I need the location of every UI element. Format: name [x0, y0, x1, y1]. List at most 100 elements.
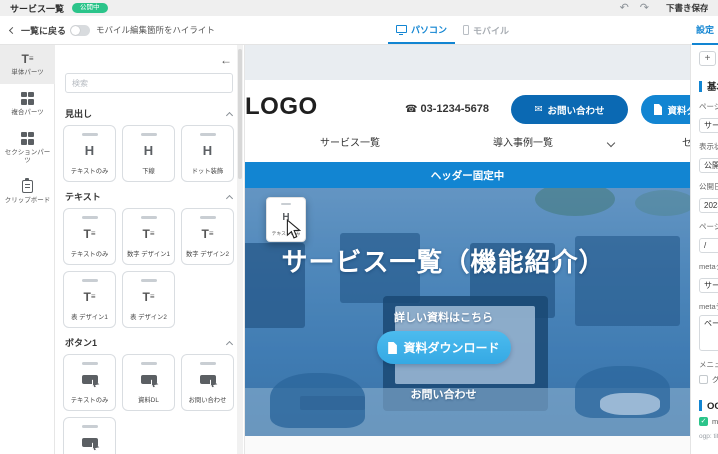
hero-download-button[interactable]: 資料ダウンロード: [377, 331, 511, 364]
text-icon: T≡: [201, 219, 213, 250]
publish-date-field[interactable]: [699, 198, 718, 213]
section-header-text[interactable]: テキスト: [55, 182, 244, 208]
page-title-field[interactable]: [699, 118, 718, 133]
tab-pc-label: パソコン: [411, 23, 447, 36]
sidebar-item-label: クリップボード: [5, 197, 51, 205]
ogp-checkbox-row[interactable]: ✓ metaと同じ: [699, 416, 718, 427]
site-logo[interactable]: LOGO: [245, 93, 318, 121]
section-title: OGP設定: [707, 398, 718, 412]
section-header-button1[interactable]: ボタン1: [55, 328, 244, 354]
section-title: 見出し: [65, 107, 92, 120]
field-label: ページタイトル: [699, 101, 718, 112]
hero-title: サービス一覧（機能紹介）: [281, 242, 605, 279]
mobile-highlight-toggle[interactable]: [70, 25, 90, 36]
section-accent-bar: [699, 81, 702, 92]
sidebar-item-clipboard[interactable]: クリップボード: [0, 172, 55, 212]
button-cards: テキストのみ 資料DL お問い合わせ 矢印: [55, 354, 244, 454]
editor-app: サービス一覧 公開中 ↶ ↷ 下書き保存 一覧に戻る モバイル編集箇所をハイライ…: [0, 0, 718, 454]
meta-description-field[interactable]: ページ: [699, 315, 718, 351]
phone-icon: ☎: [405, 104, 417, 115]
menu-label: メニュー表示: [699, 359, 718, 370]
panel-scrollbar[interactable]: [237, 45, 243, 454]
tab-pc[interactable]: パソコン: [388, 16, 455, 44]
part-card-table-design1[interactable]: T≡ 表 デザイン1: [63, 271, 116, 328]
contact-button-label: お問い合わせ: [547, 103, 604, 117]
sidebar-item-section-parts[interactable]: セクションパーツ: [0, 124, 55, 172]
card-label: ドット装飾: [192, 166, 223, 175]
scrollbar-thumb[interactable]: [238, 49, 242, 179]
hero-lead-text: 詳しい資料はこちら: [394, 309, 493, 325]
field-label: 公開日時: [699, 181, 718, 192]
ogp-note: ogp: title: [699, 433, 718, 440]
phone-number: ☎03-1234-5678: [405, 103, 489, 115]
part-card-heading-text[interactable]: H テキストのみ: [63, 125, 116, 182]
part-card-button-download[interactable]: 資料DL: [122, 354, 175, 411]
back-to-list-link[interactable]: 一覧に戻る: [10, 16, 66, 44]
mouse-cursor-icon: [286, 219, 301, 239]
field-label: 表示状態: [699, 141, 718, 152]
text-part-icon: T≡: [21, 53, 33, 65]
hero-contact-link[interactable]: お問い合わせ: [411, 386, 477, 402]
part-card-button-contact[interactable]: お問い合わせ: [181, 354, 234, 411]
nav-item-cases[interactable]: 導入事例一覧: [493, 134, 553, 149]
chevron-up-icon: [226, 194, 233, 201]
page-url-field[interactable]: [699, 238, 718, 253]
part-card-button-text[interactable]: テキストのみ: [63, 354, 116, 411]
tab-mobile[interactable]: モバイル: [455, 16, 517, 44]
checkbox-unchecked-icon[interactable]: [699, 375, 708, 384]
text-icon: T≡: [83, 219, 95, 250]
part-card-text-only[interactable]: T≡ テキストのみ: [63, 208, 116, 265]
part-card-heading-underline[interactable]: H 下線: [122, 125, 175, 182]
field-label: ページURL: [699, 221, 718, 232]
sidebar-item-label: セクションパーツ: [2, 149, 53, 165]
nav-item-services[interactable]: サービス一覧: [320, 134, 380, 149]
card-label: テキストのみ: [71, 395, 109, 404]
collapse-panel-arrow-icon[interactable]: ←: [220, 53, 232, 67]
nav-item-seminar[interactable]: セミナー: [682, 134, 690, 149]
sidebar-item-composite-parts[interactable]: 複合パーツ: [0, 84, 55, 124]
mail-icon: ✉: [535, 104, 543, 115]
section-title: テキスト: [65, 190, 101, 203]
button-click-icon: [200, 365, 216, 396]
heading-icon: H: [144, 136, 153, 167]
checkbox-checked-icon[interactable]: ✓: [699, 417, 708, 426]
card-label: 表 デザイン2: [130, 312, 167, 321]
draft-save-button[interactable]: 下書き保存: [666, 2, 708, 14]
status-badge: 公開中: [72, 3, 108, 13]
field-label: metaディスクリプション: [699, 301, 718, 312]
undo-icon[interactable]: ↶: [620, 2, 629, 14]
smartphone-icon: [463, 25, 469, 35]
heading-icon: H: [203, 136, 212, 167]
add-button[interactable]: +: [699, 51, 716, 66]
page-preview: LOGO ☎03-1234-5678 ✉ お問い合わせ 資料ダウンロード サービ…: [245, 45, 690, 454]
section-header-heading[interactable]: 見出し: [55, 99, 244, 125]
grid-icon: [21, 92, 35, 105]
device-tabs: パソコン モバイル: [388, 16, 517, 45]
header-document-button[interactable]: 資料ダウンロード: [641, 95, 690, 124]
button-click-icon: [82, 365, 98, 396]
tab-settings[interactable]: 設定: [692, 16, 718, 45]
visibility-field[interactable]: [699, 158, 718, 173]
menu-checkbox-row[interactable]: グローバル: [699, 374, 718, 385]
fixed-header-banner: ヘッダー固定中: [245, 162, 690, 188]
document-icon: [653, 104, 662, 115]
heading-icon: H: [85, 136, 94, 167]
card-label: 下線: [142, 166, 155, 175]
text-icon: T≡: [83, 282, 95, 313]
part-card-table-design2[interactable]: T≡ 表 デザイン2: [122, 271, 175, 328]
meta-title-field[interactable]: [699, 278, 718, 293]
redo-icon[interactable]: ↷: [640, 2, 649, 14]
part-card-heading-dot[interactable]: H ドット装飾: [181, 125, 234, 182]
part-card-number-design1[interactable]: T≡ 数字 デザイン1: [122, 208, 175, 265]
header-contact-button[interactable]: ✉ お問い合わせ: [511, 95, 628, 124]
sidebar-item-label: 複合パーツ: [11, 109, 43, 117]
page-title: サービス一覧: [10, 2, 64, 15]
part-card-number-design2[interactable]: T≡ 数字 デザイン2: [181, 208, 234, 265]
monitor-icon: [396, 25, 407, 33]
search-input[interactable]: [65, 73, 233, 93]
site-bottom-section: [245, 436, 690, 454]
sidebar-item-single-parts[interactable]: T≡ 単体パーツ: [0, 45, 55, 84]
part-card-button-arrow[interactable]: 矢印: [63, 417, 116, 454]
hero-button-label: 資料ダウンロード: [403, 339, 499, 356]
document-icon: [387, 342, 397, 354]
